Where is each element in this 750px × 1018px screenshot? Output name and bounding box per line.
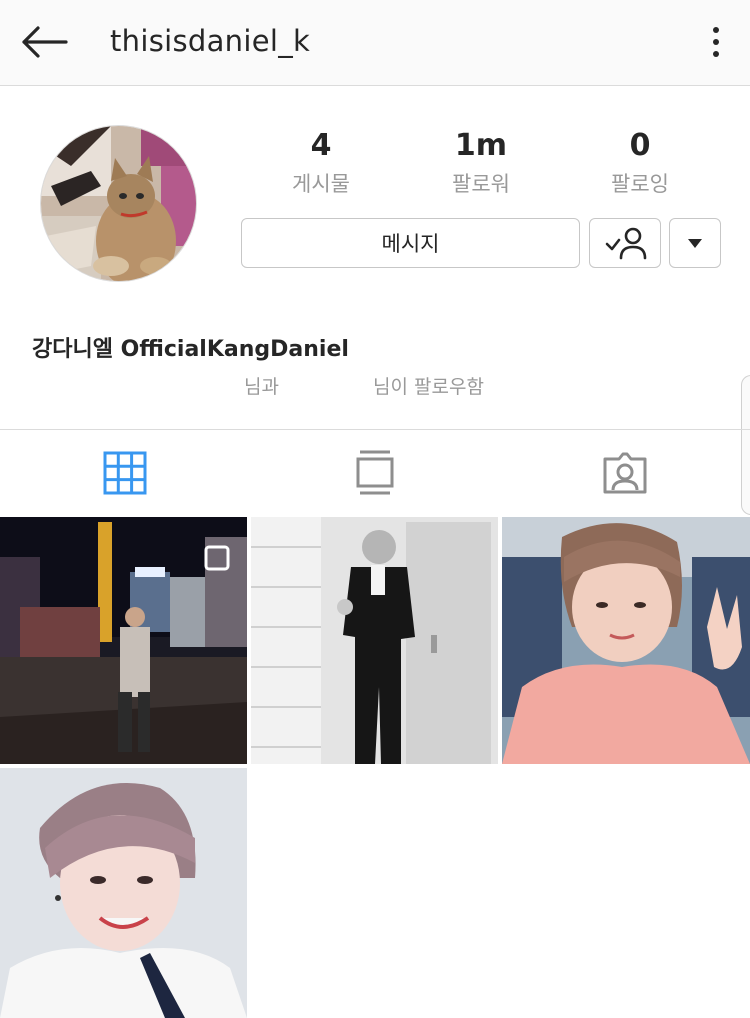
grid-icon <box>103 451 147 495</box>
post-image <box>502 517 750 764</box>
more-vertical-icon-dot <box>713 51 719 57</box>
stat-posts-value: 4 <box>310 128 332 163</box>
stat-followers[interactable]: 1m 팔로워 <box>406 128 556 198</box>
tab-grid[interactable] <box>0 430 250 516</box>
person-check-icon <box>605 227 647 260</box>
tab-feed[interactable] <box>250 430 500 516</box>
profile-avatar[interactable] <box>40 125 197 282</box>
profile-username: thisisdaniel_k <box>110 24 311 58</box>
avatar-cat-image <box>41 126 196 281</box>
post-image <box>0 768 247 1018</box>
more-vertical-icon-dot <box>713 39 719 45</box>
suggestions-dropdown-button[interactable] <box>669 218 721 268</box>
stat-following-value: 0 <box>629 128 651 163</box>
post-image <box>251 517 498 764</box>
stat-posts-label: 게시물 <box>292 172 350 196</box>
message-button[interactable]: 메시지 <box>241 218 580 268</box>
more-options-button[interactable] <box>700 20 732 64</box>
arrow-left-icon <box>22 26 68 58</box>
feed-icon <box>356 450 394 495</box>
post-pink-hoodie-selfie[interactable] <box>502 517 750 764</box>
post-black-white-suit[interactable] <box>251 517 498 764</box>
mutual-followers-prefix[interactable]: 님과 <box>244 372 279 399</box>
back-button[interactable] <box>18 18 70 66</box>
mutual-followers-suffix[interactable]: 님이 팔로우함 <box>373 372 484 399</box>
stat-posts: 4 게시물 <box>246 128 396 198</box>
caret-down-icon <box>688 239 702 248</box>
more-vertical-icon <box>713 27 719 33</box>
top-bar: thisisdaniel_k <box>0 0 750 86</box>
stat-followers-value: 1m <box>454 128 508 163</box>
tagged-person-icon <box>603 452 647 494</box>
tab-tagged[interactable] <box>500 430 750 516</box>
profile-full-name: 강다니엘 OfficialKangDaniel <box>32 337 349 362</box>
post-image <box>0 517 247 764</box>
following-button[interactable] <box>589 218 661 268</box>
stat-followers-label: 팔로워 <box>452 172 510 196</box>
stat-following-label: 팔로잉 <box>611 172 669 196</box>
post-white-shirt-portrait[interactable] <box>0 768 247 1018</box>
stat-following[interactable]: 0 팔로잉 <box>565 128 715 198</box>
profile-tabs <box>0 429 750 515</box>
post-night-city-street[interactable] <box>0 517 247 764</box>
